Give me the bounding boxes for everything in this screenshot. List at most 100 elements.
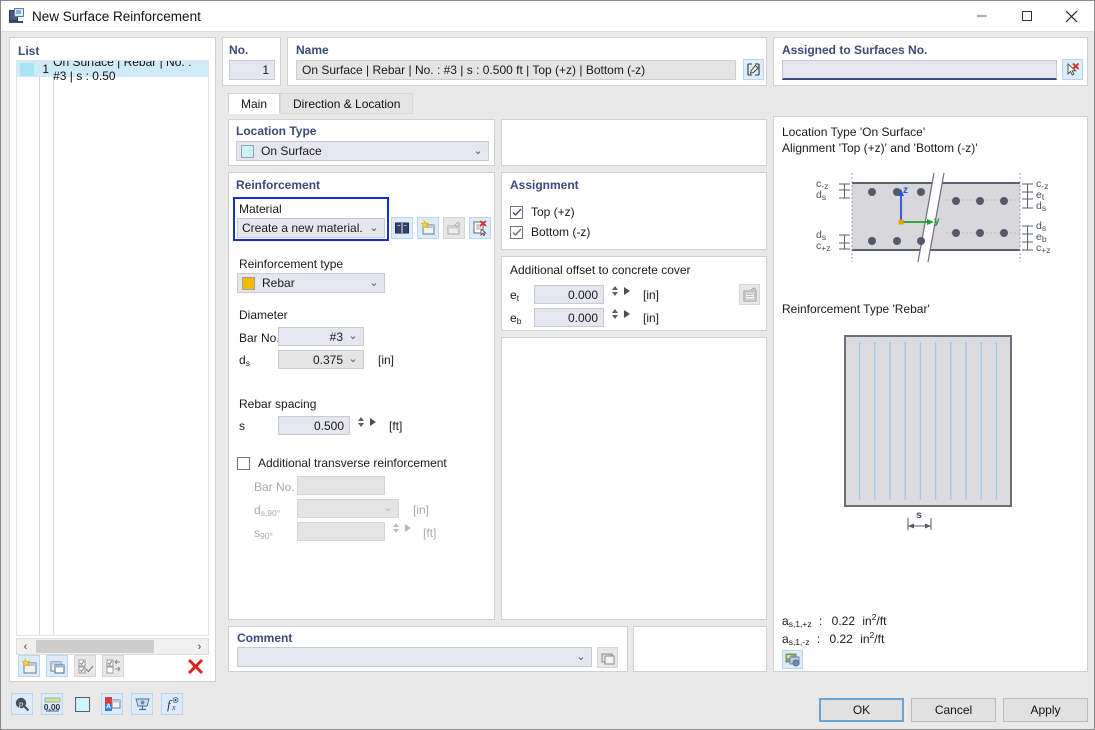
name-input[interactable]: On Surface | Rebar | No. : #3 | s : 0.50… [296, 60, 736, 80]
s-label: s [239, 419, 245, 433]
spinner-more-icon[interactable] [624, 310, 630, 318]
cross-section-diagram: z y c-z ds ds c+z c-z et ds ds eb c+z [784, 165, 1079, 270]
material-library-icon[interactable] [391, 217, 413, 239]
list-toolbar [18, 655, 206, 677]
spinner-arrows-icon[interactable] [356, 417, 365, 427]
comment-select[interactable]: ⌄ [237, 647, 592, 667]
number-input[interactable]: 1 [229, 60, 275, 80]
offset-panel: Additional offset to concrete cover et 0… [501, 256, 767, 331]
color-swatch-icon[interactable] [71, 693, 93, 715]
ok-button[interactable]: OK [819, 698, 904, 722]
formula-icon[interactable]: fx [161, 693, 183, 715]
spinner-arrows-icon[interactable] [610, 286, 619, 296]
spinner-arrows-icon[interactable] [610, 309, 619, 319]
tab-main[interactable]: Main [228, 93, 280, 114]
results-line-1: as,1,+z : 0.22 in2/ft [782, 612, 886, 629]
reinforcement-title: Reinforcement [236, 178, 320, 192]
new-material-icon[interactable] [417, 217, 439, 239]
dim-label-right-top-3: ds [1036, 200, 1046, 213]
location-type-value: On Surface [261, 144, 322, 158]
render-settings-icon[interactable]: A [101, 693, 123, 715]
new-item-icon[interactable] [18, 655, 40, 677]
assignment-top-checkbox[interactable] [510, 206, 523, 219]
ds-unit: [in] [378, 353, 394, 367]
number-label: No. [229, 43, 248, 57]
s-spinner[interactable] [352, 417, 376, 427]
reinforcement-type-select[interactable]: Rebar ⌄ [237, 273, 385, 293]
transverse-checkbox[interactable] [237, 457, 250, 470]
list-item-color-swatch [20, 63, 34, 76]
scrollbar-thumb[interactable] [36, 640, 154, 653]
transverse-s-input [297, 522, 385, 541]
transverse-checkbox-row[interactable]: Additional transverse reinforcement [237, 456, 447, 470]
title-bar: New Surface Reinforcement [1, 1, 1094, 32]
cancel-button[interactable]: Cancel [911, 698, 996, 722]
display-settings-icon[interactable] [131, 693, 153, 715]
assignment-top-label: Top (+z) [531, 205, 575, 219]
invert-selection-icon [102, 655, 124, 677]
scroll-right-icon[interactable]: › [191, 639, 208, 654]
transverse-ds-select: ⌄ [297, 499, 399, 518]
copy-item-icon[interactable] [46, 655, 68, 677]
location-type-panel: Location Type On Surface ⌄ [228, 119, 495, 166]
material-toolbar [391, 217, 491, 239]
s-input[interactable]: 0.500 [278, 416, 350, 435]
spinner-arrows-icon [391, 523, 400, 533]
tab-bar: Main Direction & Location [228, 93, 413, 114]
delete-item-icon[interactable] [184, 655, 206, 677]
svg-text:A: A [105, 704, 110, 711]
eb-label: eb [510, 311, 521, 326]
maximize-button[interactable] [1004, 1, 1049, 31]
rebar-plan-sketch [844, 335, 1012, 507]
ds-select[interactable]: 0.375 ⌄ [278, 350, 364, 369]
eb-spinner[interactable] [606, 309, 630, 319]
comment-library-icon[interactable] [597, 647, 618, 668]
tab-direction-location-label: Direction & Location [293, 97, 400, 111]
pick-surfaces-icon[interactable] [1062, 59, 1083, 80]
window-title: New Surface Reinforcement [32, 9, 201, 24]
location-type-select[interactable]: On Surface ⌄ [236, 141, 489, 161]
scroll-left-icon[interactable]: ‹ [17, 639, 34, 654]
name-label: Name [296, 43, 329, 57]
et-unit: [in] [643, 288, 659, 302]
svg-text:x: x [171, 703, 176, 712]
list-item-number: 1 [40, 62, 49, 76]
tab-main-label: Main [241, 97, 267, 111]
chevron-down-icon: ⌄ [368, 223, 380, 234]
offset-settings-icon[interactable] [739, 284, 760, 305]
location-type-title: Location Type [236, 124, 316, 138]
eb-input[interactable]: 0.000 [534, 308, 604, 327]
numeric-format-icon[interactable]: 0,00 [41, 693, 63, 715]
bar-no-select[interactable]: #3 ⌄ [278, 327, 364, 346]
name-panel: Name On Surface | Rebar | No. : #3 | s :… [287, 37, 767, 86]
spinner-more-icon[interactable] [370, 418, 376, 426]
et-spinner[interactable] [606, 286, 630, 296]
assigned-surfaces-input[interactable] [782, 60, 1057, 80]
chevron-down-icon: ⌄ [472, 146, 484, 157]
delete-material-icon[interactable] [469, 217, 491, 239]
assignment-top-row[interactable]: Top (+z) [510, 205, 575, 219]
list-panel: List 1 On Surface | Rebar | No. : #3 | s… [9, 37, 216, 682]
spacing-symbol: s [916, 509, 922, 521]
apply-button[interactable]: Apply [1003, 698, 1088, 722]
diameter-label: Diameter [239, 308, 288, 322]
rebar-spacing-label: Rebar spacing [239, 397, 316, 411]
et-input[interactable]: 0.000 [534, 285, 604, 304]
export-results-icon[interactable] [782, 650, 803, 669]
zoom-info-icon[interactable]: p [11, 693, 33, 715]
material-select[interactable]: Create a new material. ⌄ [237, 218, 385, 238]
list-panel-title: List [18, 44, 39, 58]
edit-name-icon[interactable] [743, 59, 764, 80]
close-button[interactable] [1049, 1, 1094, 31]
tab-direction-location[interactable]: Direction & Location [280, 93, 413, 114]
spinner-more-icon[interactable] [624, 287, 630, 295]
reinforcement-type-swatch [242, 277, 255, 290]
list-grid[interactable]: 1 On Surface | Rebar | No. : #3 | s : 0.… [16, 60, 209, 636]
list-horizontal-scrollbar[interactable]: ‹ › [16, 638, 209, 655]
ds-value: 0.375 [313, 353, 343, 367]
list-item[interactable]: 1 On Surface | Rebar | No. : #3 | s : 0.… [17, 61, 208, 77]
minimize-button[interactable] [959, 1, 1004, 31]
assignment-bottom-checkbox[interactable] [510, 226, 523, 239]
assignment-bottom-row[interactable]: Bottom (-z) [510, 225, 590, 239]
reinforcement-panel: Reinforcement Material Create a new mate… [228, 172, 495, 620]
